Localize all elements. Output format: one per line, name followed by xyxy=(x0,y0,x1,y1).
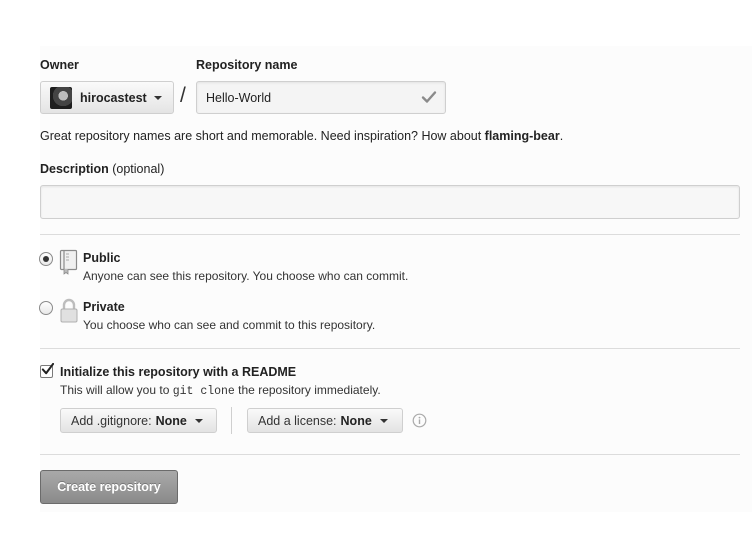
public-title: Public xyxy=(83,251,121,265)
info-icon[interactable] xyxy=(412,413,427,428)
chevron-down-icon xyxy=(379,418,388,423)
private-description: You choose who can see and commit to thi… xyxy=(83,318,376,332)
description-label: Description (optional) xyxy=(40,162,164,176)
description-input[interactable] xyxy=(40,185,740,219)
divider xyxy=(40,348,740,349)
init-desc-code: git clone xyxy=(172,385,235,398)
hint-suffix: . xyxy=(559,129,564,143)
chevron-down-icon xyxy=(153,95,162,100)
owner-name: hirocastest xyxy=(80,90,147,105)
owner-dropdown[interactable]: hirocastest xyxy=(40,81,174,114)
divider xyxy=(40,454,740,455)
repository-name-input[interactable]: Hello-World xyxy=(196,81,446,114)
checkmark-icon xyxy=(41,363,54,375)
gitignore-value: None xyxy=(155,413,187,428)
owner-repo-separator: / xyxy=(180,84,186,107)
new-repository-form: Owner Repository name hirocastest / Hell… xyxy=(0,0,752,558)
gitignore-dropdown[interactable]: Add .gitignore: None xyxy=(60,408,217,433)
dropdown-separator xyxy=(231,407,232,434)
lock-icon xyxy=(60,298,78,323)
license-label: Add a license: xyxy=(258,413,337,428)
gitignore-label: Add .gitignore: xyxy=(71,413,152,428)
avatar xyxy=(50,86,72,109)
license-dropdown[interactable]: Add a license: None xyxy=(247,408,403,433)
hint-text: Great repository names are short and mem… xyxy=(40,129,485,143)
description-label-text: Description xyxy=(40,162,109,176)
repository-name-value: Hello-World xyxy=(206,91,272,105)
divider xyxy=(40,234,740,235)
private-title: Private xyxy=(83,300,125,314)
init-desc-before: This will allow you to xyxy=(60,383,173,397)
init-readme-description: This will allow you to git clone the rep… xyxy=(60,383,381,398)
name-suggestion-link[interactable]: flaming-bear xyxy=(485,129,560,143)
public-radio[interactable] xyxy=(39,252,53,266)
create-repository-button[interactable]: Create repository xyxy=(40,470,178,504)
repository-name-label: Repository name xyxy=(196,58,298,72)
check-icon xyxy=(421,91,437,103)
chevron-down-icon xyxy=(194,418,203,423)
repository-name-hint: Great repository names are short and mem… xyxy=(40,129,563,143)
init-readme-title: Initialize this repository with a README xyxy=(60,365,297,379)
init-readme-checkbox[interactable] xyxy=(40,363,54,378)
book-icon xyxy=(59,249,78,275)
private-radio[interactable] xyxy=(39,301,53,315)
description-optional: (optional) xyxy=(108,162,165,176)
license-value: None xyxy=(340,413,372,428)
owner-label: Owner xyxy=(40,58,79,72)
public-description: Anyone can see this repository. You choo… xyxy=(83,269,409,283)
init-desc-after: the repository immediately. xyxy=(234,383,381,397)
radio-selected-dot xyxy=(43,256,49,262)
